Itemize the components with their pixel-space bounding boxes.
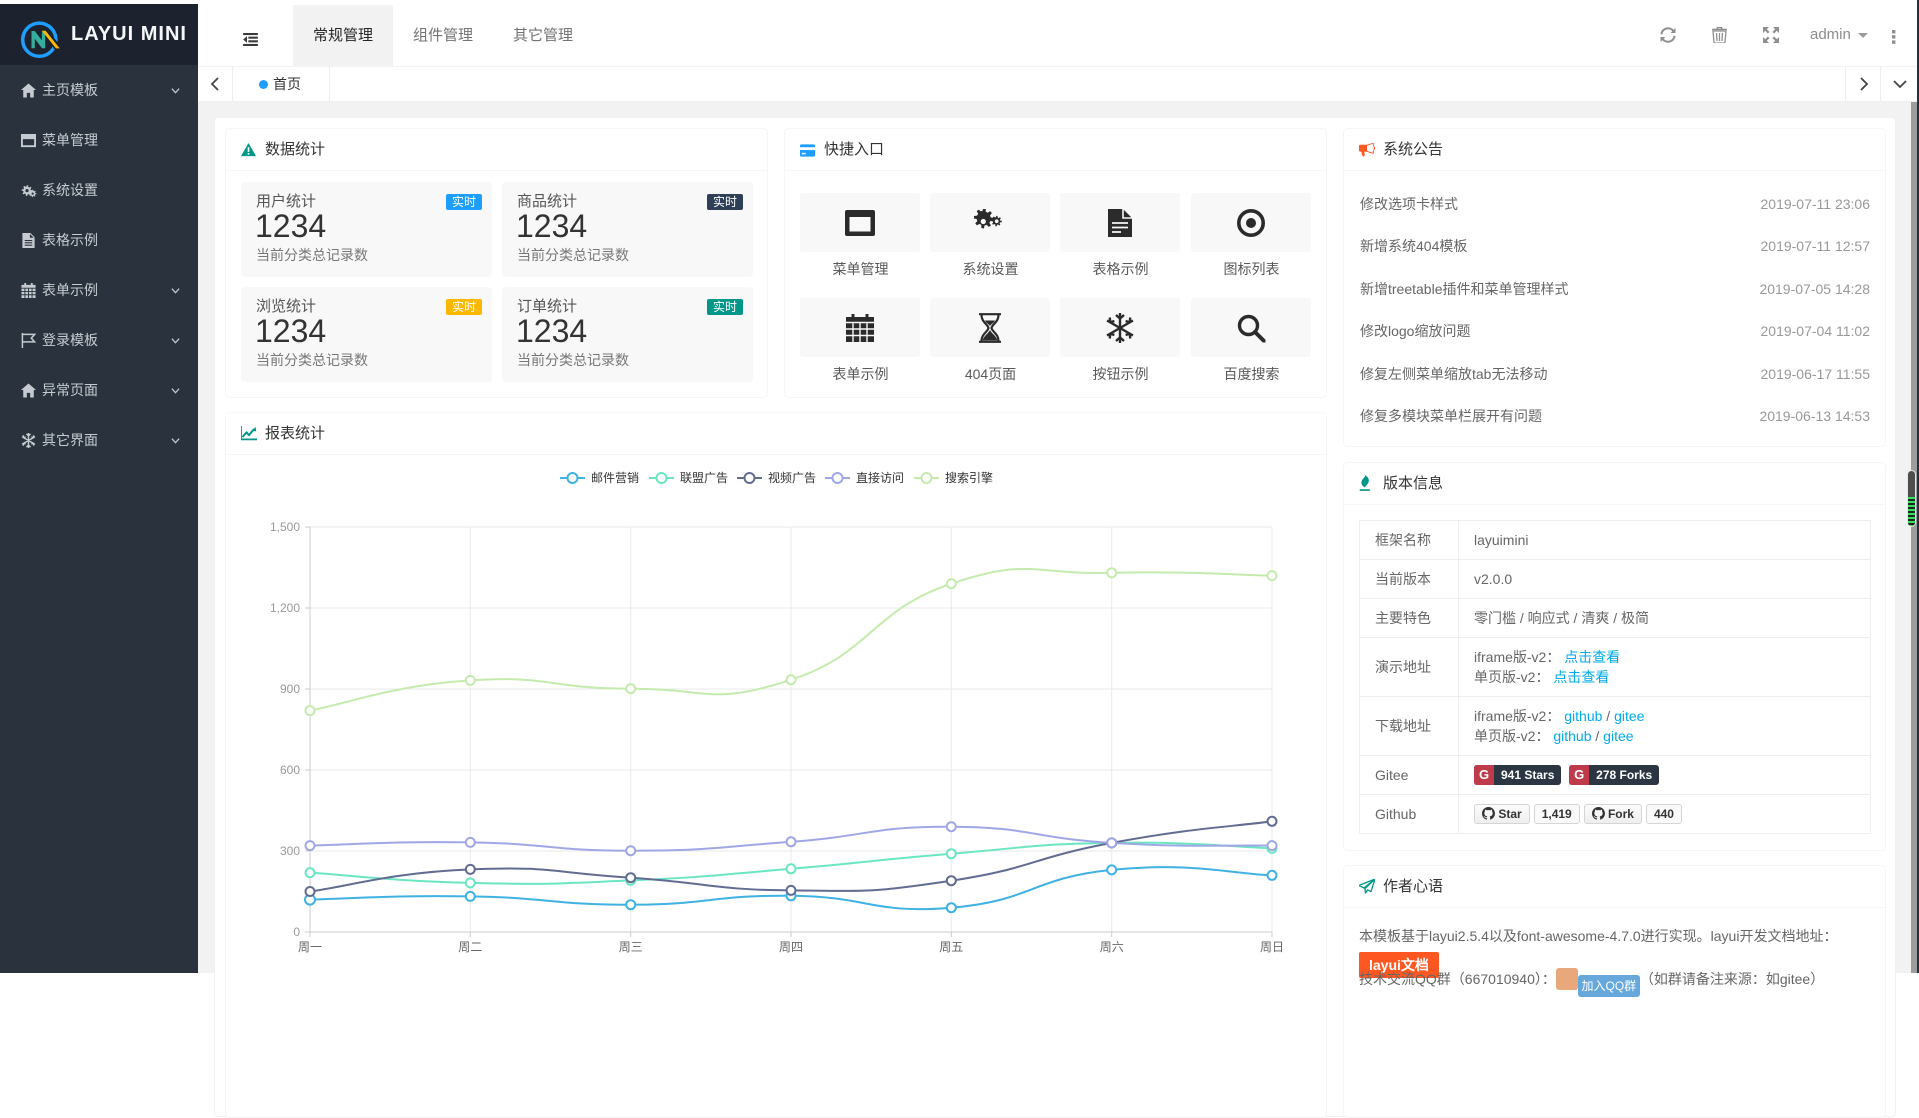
svg-text:周五: 周五 (939, 940, 963, 954)
svg-text:周二: 周二 (458, 940, 482, 954)
svg-text:600: 600 (280, 763, 300, 777)
svg-text:1,500: 1,500 (270, 520, 300, 534)
svg-text:搜索引擎: 搜索引擎 (945, 470, 993, 485)
svg-text:0: 0 (293, 925, 300, 939)
svg-text:周日: 周日 (1260, 940, 1284, 954)
svg-text:视频广告: 视频广告 (768, 470, 816, 485)
svg-text:邮件营销: 邮件营销 (591, 471, 639, 485)
svg-text:300: 300 (280, 844, 300, 858)
svg-text:900: 900 (280, 682, 300, 696)
svg-text:周六: 周六 (1100, 940, 1124, 954)
svg-text:周一: 周一 (298, 940, 322, 954)
svg-text:周四: 周四 (779, 940, 803, 954)
svg-text:1,200: 1,200 (270, 601, 300, 615)
svg-text:联盟广告: 联盟广告 (680, 471, 728, 485)
svg-text:直接访问: 直接访问 (856, 470, 904, 485)
svg-text:周三: 周三 (619, 940, 643, 954)
